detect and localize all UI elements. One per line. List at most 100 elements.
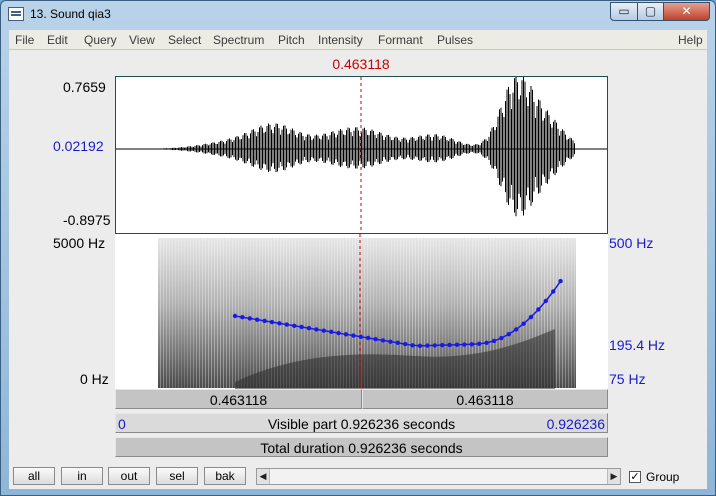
- menu-pitch[interactable]: Pitch: [278, 33, 305, 47]
- spectrogram-striation: [271, 238, 272, 388]
- menu-edit[interactable]: Edit: [47, 33, 68, 47]
- close-button[interactable]: ✕: [663, 2, 710, 21]
- total-duration-bar[interactable]: Total duration 0.926236 seconds: [115, 437, 608, 457]
- spectrogram-striation: [172, 238, 173, 388]
- horizontal-scrollbar[interactable]: ◀ ▶: [256, 468, 621, 485]
- spectrogram-striation: [241, 238, 242, 388]
- maximize-button[interactable]: ▢: [637, 2, 664, 21]
- pitch-point: [343, 332, 349, 337]
- spectrogram-striation: [181, 238, 182, 388]
- spectrogram-striation: [208, 238, 209, 388]
- scroll-right-icon[interactable]: ▶: [607, 469, 620, 484]
- pitch-point: [506, 331, 511, 337]
- zoom-out-button[interactable]: out: [108, 467, 150, 485]
- pitch-point: [499, 335, 504, 341]
- spectrogram-striation: [247, 238, 248, 388]
- spectrogram-striation: [262, 238, 263, 388]
- spectrogram-striation: [565, 238, 566, 388]
- spectrogram-striation: [268, 238, 269, 388]
- pitch-point: [536, 307, 541, 312]
- window-title: 13. Sound qia3: [30, 7, 111, 21]
- zoom-all-button[interactable]: all: [13, 467, 55, 485]
- pitch-point: [232, 313, 238, 319]
- pitch-point: [321, 328, 326, 333]
- pitch-point: [351, 333, 356, 338]
- spectrogram-striation: [232, 238, 233, 388]
- spectrogram-striation: [190, 238, 191, 388]
- zoom-in-button[interactable]: in: [61, 467, 103, 485]
- bottom-toolbar: all in out sel bak ◀ ▶ ✓ Group: [9, 462, 707, 489]
- scroll-left-icon[interactable]: ◀: [257, 469, 270, 484]
- pitch-point: [366, 335, 371, 341]
- pitch-point: [388, 339, 393, 344]
- pitch-bottom-label: 75 Hz: [609, 371, 646, 387]
- title-bar[interactable]: 13. Sound qia3 ▭ ▢ ✕: [1, 1, 715, 29]
- pitch-point: [329, 329, 334, 335]
- menu-help[interactable]: Help: [678, 33, 703, 47]
- pitch-point: [543, 298, 548, 304]
- spectrogram-striation: [175, 238, 176, 388]
- spectrogram-striation: [571, 238, 572, 388]
- pitch-point: [491, 338, 497, 344]
- pitch-point: [528, 314, 534, 320]
- zoom-selection-button[interactable]: sel: [156, 467, 198, 485]
- waveform-trace: [157, 77, 575, 217]
- pitch-point: [284, 322, 289, 327]
- menu-view[interactable]: View: [129, 33, 155, 47]
- pitch-point: [373, 336, 378, 342]
- waveform-max-label: 0.7659: [63, 79, 106, 95]
- waveform-svg: [116, 77, 607, 233]
- cursor-time-label: 0.463118: [332, 56, 390, 72]
- spectrogram-striation: [166, 238, 167, 388]
- window-icon: [8, 7, 24, 21]
- menu-query[interactable]: Query: [84, 33, 117, 47]
- spectrogram-svg: [158, 234, 576, 389]
- editor-panel: 0.463118 0.7659 0.02192 -0.8975 5000 Hz …: [9, 51, 707, 489]
- spectrogram-striation: [238, 238, 239, 388]
- waveform-min-label: -0.8975: [63, 212, 111, 228]
- pitch-point: [477, 341, 482, 347]
- spectrogram-striation: [226, 238, 227, 388]
- menu-intensity[interactable]: Intensity: [318, 33, 363, 47]
- spectrogram-striation: [160, 238, 161, 388]
- pitch-point: [469, 342, 474, 347]
- minimize-button[interactable]: ▭: [610, 2, 638, 21]
- menu-bar: File Edit Query View Select Spectrum Pit…: [9, 30, 707, 50]
- spectrogram-fmax-label: 5000 Hz: [53, 235, 106, 251]
- pitch-point: [462, 342, 467, 347]
- menu-file[interactable]: File: [15, 33, 34, 47]
- pitch-point: [395, 340, 400, 346]
- pitch-point: [255, 317, 260, 322]
- menu-spectrum[interactable]: Spectrum: [213, 33, 264, 47]
- menu-select[interactable]: Select: [168, 33, 201, 47]
- visible-part-label: Visible part 0.926236 seconds: [267, 416, 456, 432]
- waveform-cursor-value: 0.02192: [53, 138, 104, 154]
- pitch-point: [514, 327, 519, 332]
- pitch-point: [484, 340, 489, 346]
- spectrogram-view[interactable]: [115, 234, 608, 389]
- pitch-point: [306, 326, 312, 331]
- pitch-point: [336, 330, 341, 336]
- pitch-point: [403, 341, 408, 347]
- pitch-point: [447, 342, 452, 348]
- cursor-right-time-bar[interactable]: 0.463118: [362, 389, 608, 409]
- pitch-point: [240, 315, 245, 320]
- menu-formant[interactable]: Formant: [378, 33, 423, 47]
- pitch-point: [299, 324, 304, 330]
- group-checkbox[interactable]: ✓: [629, 471, 641, 483]
- spectrogram-striation: [253, 238, 254, 388]
- spectrogram-striation: [277, 238, 278, 388]
- menu-pulses[interactable]: Pulses: [437, 33, 473, 47]
- visible-part-bar[interactable]: 0 Visible part 0.926236 seconds 0.926236: [115, 413, 608, 433]
- cursor-left-time-bar[interactable]: 0.463118: [115, 389, 362, 409]
- pitch-top-label: 500 Hz: [609, 235, 654, 251]
- spectrogram-striation: [568, 238, 569, 388]
- praat-sound-window: 13. Sound qia3 ▭ ▢ ✕ File Edit Query Vie…: [0, 0, 716, 496]
- spectrogram-striation: [220, 238, 221, 388]
- spectrogram-striation: [559, 238, 560, 388]
- zoom-back-button[interactable]: bak: [204, 467, 246, 485]
- spectrogram-striation: [214, 238, 215, 388]
- spectrogram-striation: [205, 238, 206, 388]
- spectrogram-striation: [178, 238, 179, 388]
- waveform-view[interactable]: [115, 76, 608, 234]
